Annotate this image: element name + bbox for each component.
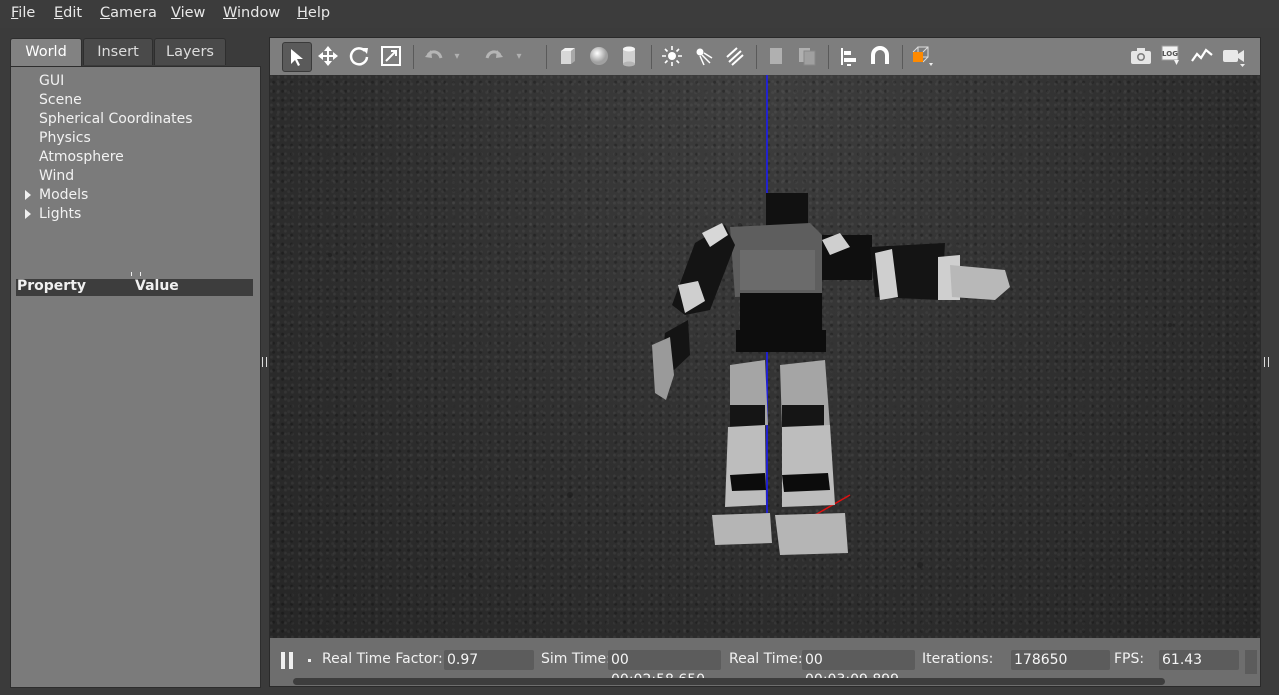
- directional-light-icon[interactable]: [720, 42, 748, 70]
- tree-item-wind[interactable]: Wind: [39, 168, 74, 184]
- menu-camera[interactable]: Camera: [100, 5, 157, 21]
- rotate-icon[interactable]: [345, 42, 373, 70]
- tree-item-gui[interactable]: GUI: [39, 73, 64, 89]
- world-panel: GUI Scene Spherical Coordinates Physics …: [10, 66, 261, 688]
- tree-item-atmosphere[interactable]: Atmosphere: [39, 149, 124, 165]
- property-table-header: Property Value: [16, 278, 253, 296]
- iterations-value: 178650: [1011, 650, 1110, 670]
- toolbar: ▾ ▾ LOG: [270, 38, 1260, 75]
- tab-world[interactable]: World: [10, 38, 82, 67]
- fps-value: 61.43: [1159, 650, 1239, 670]
- scale-icon[interactable]: [377, 42, 405, 70]
- expand-arrow-icon[interactable]: [25, 209, 31, 219]
- menu-file[interactable]: File: [11, 5, 35, 21]
- video-icon[interactable]: [1220, 42, 1248, 70]
- log-icon-text: LOG: [1162, 50, 1178, 58]
- real-time-label: Real Time:: [729, 651, 803, 667]
- undo-icon[interactable]: [420, 42, 448, 70]
- arrow-cursor-icon[interactable]: [282, 42, 312, 72]
- left-splitter-grip[interactable]: [262, 357, 267, 367]
- property-column-header[interactable]: Property: [17, 278, 86, 294]
- spotlight-icon[interactable]: [689, 42, 717, 70]
- value-column-header[interactable]: Value: [135, 278, 179, 294]
- log-icon[interactable]: LOG: [1157, 42, 1185, 70]
- tree-item-models[interactable]: Models: [39, 187, 88, 203]
- iterations-label: Iterations:: [922, 651, 994, 667]
- menu-view[interactable]: View: [171, 5, 205, 21]
- real-time-factor-label: Real Time Factor:: [322, 651, 443, 667]
- cube-icon[interactable]: [554, 42, 582, 70]
- fps-label: FPS:: [1114, 651, 1145, 667]
- sim-time-value: 00 00:02:58.650: [608, 650, 721, 688]
- menu-bar: File Edit Camera View Window Help: [0, 0, 1279, 28]
- tab-insert[interactable]: Insert: [83, 38, 153, 65]
- status-scrollbar[interactable]: [293, 678, 1165, 685]
- move-arrows-icon[interactable]: [314, 42, 342, 70]
- copy-icon[interactable]: [762, 42, 790, 70]
- render-panel: ▾ ▾ LOG Real Time Factor: 0.97 Sim Time:…: [269, 37, 1261, 688]
- redo-icon[interactable]: [480, 42, 508, 70]
- tree-item-physics[interactable]: Physics: [39, 130, 91, 146]
- status-bar: Real Time Factor: 0.97 Sim Time: 00 00:0…: [270, 638, 1260, 688]
- status-overflow: [1245, 650, 1257, 674]
- 3d-viewport[interactable]: [270, 75, 1260, 638]
- robot-model[interactable]: [652, 75, 1010, 555]
- tree-item-lights[interactable]: Lights: [39, 206, 81, 222]
- orange-cube-icon[interactable]: [907, 42, 935, 70]
- plot-icon[interactable]: [1188, 42, 1216, 70]
- right-splitter-grip[interactable]: [1264, 357, 1269, 367]
- splitter-handle[interactable]: [131, 272, 141, 276]
- tree-item-scene[interactable]: Scene: [39, 92, 82, 108]
- chevron-down-icon[interactable]: ▾: [512, 42, 526, 70]
- pause-icon[interactable]: [281, 652, 295, 669]
- sim-time-label: Sim Time:: [541, 651, 611, 667]
- real-time-factor-value: 0.97: [444, 650, 534, 670]
- real-time-value: 00 00:03:09.899: [802, 650, 915, 688]
- sphere-icon[interactable]: [585, 42, 613, 70]
- menu-help[interactable]: Help: [297, 5, 330, 21]
- tree-item-spherical-coordinates[interactable]: Spherical Coordinates: [39, 111, 193, 127]
- sun-icon[interactable]: [658, 42, 686, 70]
- paste-icon[interactable]: [793, 42, 821, 70]
- magnet-icon[interactable]: [866, 42, 894, 70]
- cylinder-icon[interactable]: [615, 42, 643, 70]
- camera-icon[interactable]: [1127, 42, 1155, 70]
- menu-window[interactable]: Window: [223, 5, 280, 21]
- tab-layers[interactable]: Layers: [154, 38, 226, 65]
- chevron-down-icon[interactable]: ▾: [450, 42, 464, 70]
- align-icon[interactable]: [835, 42, 863, 70]
- expand-arrow-icon[interactable]: [25, 190, 31, 200]
- menu-edit[interactable]: Edit: [54, 5, 82, 21]
